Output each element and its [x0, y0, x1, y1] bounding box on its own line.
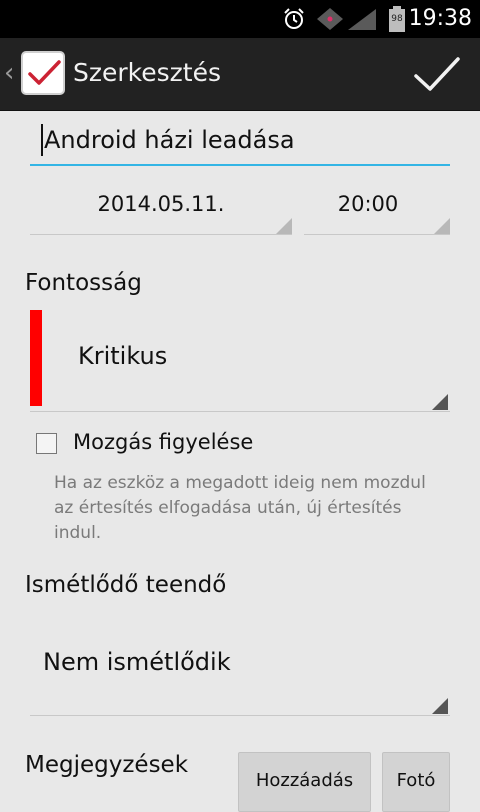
time-picker-spinner[interactable]: 20:00 — [304, 182, 450, 235]
priority-spinner-underline — [30, 411, 450, 412]
priority-label: Fontosság — [25, 270, 142, 296]
clock: 19:38 — [408, 6, 472, 31]
priority-spinner-arrow-icon — [432, 394, 448, 410]
date-picker-spinner[interactable]: 2014.05.11. — [30, 182, 292, 235]
text-cursor — [41, 124, 43, 156]
priority-value: Kritikus — [78, 342, 168, 370]
title-input-value: Android házi leadása — [44, 126, 295, 154]
priority-color-bar — [30, 310, 42, 406]
network-icon — [317, 8, 343, 30]
repeat-spinner[interactable]: Nem ismétlődik — [30, 622, 450, 716]
page-title: Szerkesztés — [73, 58, 221, 87]
repeat-value: Nem ismétlődik — [43, 648, 231, 676]
battery-level: 98 — [391, 14, 403, 24]
photo-button[interactable]: Fotó — [382, 752, 450, 812]
notes-label: Megjegyzések — [25, 752, 189, 778]
time-value: 20:00 — [337, 192, 399, 216]
priority-spinner[interactable]: Kritikus — [30, 310, 450, 412]
repeat-spinner-underline — [30, 715, 450, 716]
time-spinner-underline — [304, 234, 450, 235]
motion-detection-row[interactable]: Mozgás figyelése — [36, 430, 436, 462]
time-spinner-arrow-icon — [434, 218, 450, 234]
repeat-spinner-arrow-icon — [432, 698, 448, 714]
repeat-label: Ismétlődő teendő — [25, 572, 227, 598]
alarm-icon — [284, 8, 304, 29]
edit-form: Android házi leadása 2014.05.11. 20:00 F… — [0, 110, 480, 812]
date-value: 2014.05.11. — [97, 192, 225, 216]
done-check-icon[interactable] — [412, 52, 462, 96]
up-navigation-icon[interactable]: ‹ — [4, 58, 14, 88]
motion-detection-checkbox[interactable] — [36, 433, 57, 454]
motion-detection-label: Mozgás figyelése — [73, 430, 254, 454]
signal-strength-icon — [348, 9, 376, 30]
motion-detection-help-text: Ha az eszköz a megadott ideig nem mozdul… — [54, 473, 426, 543]
status-bar: 98 19:38 — [0, 0, 480, 38]
add-note-button[interactable]: Hozzáadás — [238, 752, 371, 812]
action-bar: ‹ Szerkesztés — [0, 38, 480, 111]
date-spinner-arrow-icon — [276, 218, 292, 234]
app-checkbox-icon[interactable] — [21, 51, 65, 95]
date-spinner-underline — [30, 234, 292, 235]
title-input[interactable]: Android házi leadása — [30, 118, 450, 166]
